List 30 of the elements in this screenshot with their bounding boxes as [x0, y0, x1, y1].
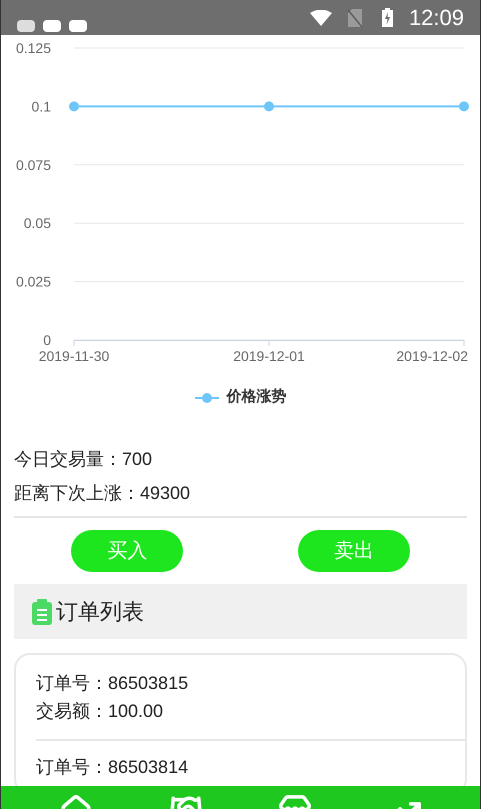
y-tick-label: 0 — [43, 332, 51, 348]
x-tick-label: 2019-11-30 — [38, 348, 110, 364]
order-number: 订单号：86503815 — [36, 672, 190, 695]
y-tick-label: 0.125 — [16, 40, 51, 56]
stat-text: 今日交易量：700 — [14, 448, 154, 471]
buy-button[interactable]: 买入 — [71, 530, 184, 572]
clock-time: 12:09 — [408, 4, 464, 32]
data-point — [69, 101, 79, 112]
stat-text: 距离下次上涨：49300 — [14, 482, 192, 505]
clipboard-icon — [32, 598, 52, 624]
order-amount: 交易额：100.00 — [36, 700, 164, 723]
order-number: 订单号：86503814 — [36, 756, 190, 779]
legend-label: 价格涨势 — [226, 387, 286, 408]
y-tick-label: 0.075 — [16, 156, 51, 173]
notification-icon — [43, 20, 61, 32]
y-tick-label: 0.05 — [24, 215, 51, 232]
section-title: 订单列表 — [56, 598, 144, 626]
battery-charging-icon — [382, 8, 393, 27]
data-point — [459, 101, 469, 112]
legend-marker-icon — [194, 392, 218, 402]
no-sim-icon — [348, 8, 362, 26]
notification-icon — [17, 20, 35, 32]
data-point — [264, 101, 274, 112]
x-tick-label: 2019-12-02 — [396, 348, 468, 364]
sell-button[interactable]: 卖出 — [298, 530, 410, 572]
y-tick-label: 0.025 — [16, 274, 51, 290]
y-tick-label: 0.1 — [32, 98, 51, 114]
x-tick-label: 2019-12-01 — [233, 348, 305, 364]
notification-icon — [69, 20, 87, 32]
wifi-icon — [310, 10, 332, 26]
